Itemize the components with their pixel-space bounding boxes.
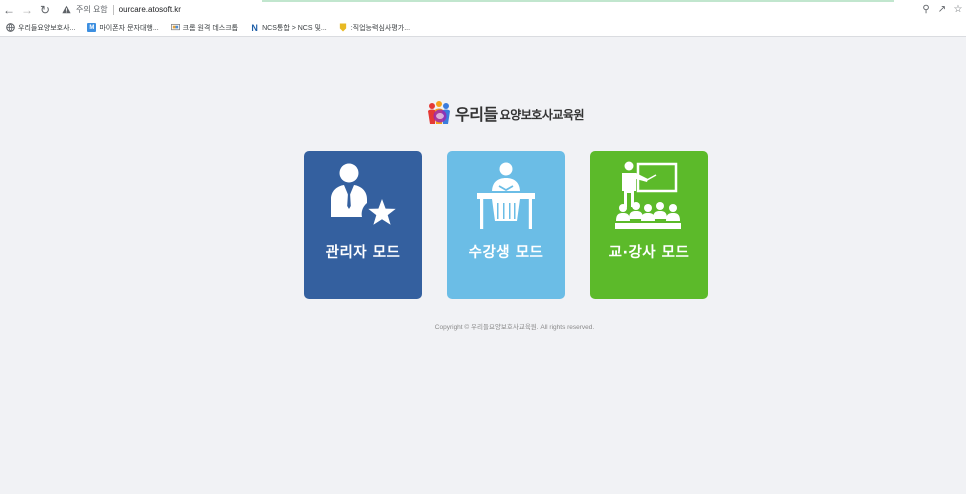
logo-subtitle: 요양보호사교육원 xyxy=(499,108,585,122)
browser-toolbar: ← → ↻ 주의 요함 ourcare.atosoft.kr ⚲ ↗ ☆ xyxy=(0,0,966,19)
address-bar[interactable]: 주의 요함 ourcare.atosoft.kr xyxy=(62,1,181,19)
bookmarks-bar: 우리들요양보호사... M 마이폰자 문자대행... 크롬 원격 데스크톱 N … xyxy=(0,19,966,37)
reload-icon[interactable]: ↻ xyxy=(36,1,54,19)
back-icon[interactable]: ← xyxy=(0,1,18,19)
bookmark-label: NCS통합 > NCS 및... xyxy=(262,24,327,32)
app-icon: M xyxy=(87,23,97,32)
site-logo: 우리들 요양보호사교육원 xyxy=(427,100,585,126)
loading-bar xyxy=(262,0,894,2)
copyright-text: Copyright © 우리들요양보호사교육원. All rights rese… xyxy=(434,324,595,331)
ncs-icon: N xyxy=(251,22,258,33)
divider xyxy=(112,4,114,15)
teacher-board-icon xyxy=(615,161,681,229)
badge-icon xyxy=(339,23,348,32)
admin-mode-label: 관리자 모드 xyxy=(325,245,401,261)
url-text: ourcare.atosoft.kr xyxy=(118,5,181,14)
zoom-icon[interactable]: ⚲ xyxy=(918,1,934,19)
bookmark-label: 우리들요양보호사... xyxy=(18,24,76,32)
star-icon[interactable]: ☆ xyxy=(950,1,966,19)
remote-desktop-icon xyxy=(170,23,180,32)
bookmark-item[interactable]: M 마이폰자 문자대행... xyxy=(87,23,159,33)
admin-star-icon xyxy=(331,163,396,225)
student-desk-icon xyxy=(477,162,535,229)
warning-icon xyxy=(62,5,71,14)
bookmark-label: 마이폰자 문자대행... xyxy=(99,24,159,32)
bookmark-item[interactable]: 우리들요양보호사... xyxy=(6,23,75,33)
admin-mode-button[interactable]: 관리자 모드 xyxy=(304,151,422,299)
people-logo-icon xyxy=(428,101,450,124)
share-icon[interactable]: ↗ xyxy=(934,1,950,19)
bookmark-label: 크롬 원격 데스크톱 xyxy=(182,24,239,32)
bookmark-label: :직업능력심사평가... xyxy=(350,24,411,32)
bookmark-item[interactable]: :직업능력심사평가... xyxy=(339,23,410,33)
student-mode-label: 수강생 모드 xyxy=(468,245,544,261)
globe-icon xyxy=(6,23,15,32)
bookmark-item[interactable]: N NCS통합 > NCS 및... xyxy=(250,22,327,33)
logo-name: 우리들 xyxy=(455,107,498,124)
bookmark-item[interactable]: 크롬 원격 데스크톱 xyxy=(170,23,239,33)
teacher-mode-label: 교·강사 모드 xyxy=(608,245,690,261)
student-mode-button[interactable]: 수강생 모드 xyxy=(447,151,565,299)
forward-icon[interactable]: → xyxy=(18,1,36,19)
teacher-mode-button[interactable]: 교·강사 모드 xyxy=(590,151,708,299)
security-label: 주의 요함 xyxy=(76,5,108,14)
